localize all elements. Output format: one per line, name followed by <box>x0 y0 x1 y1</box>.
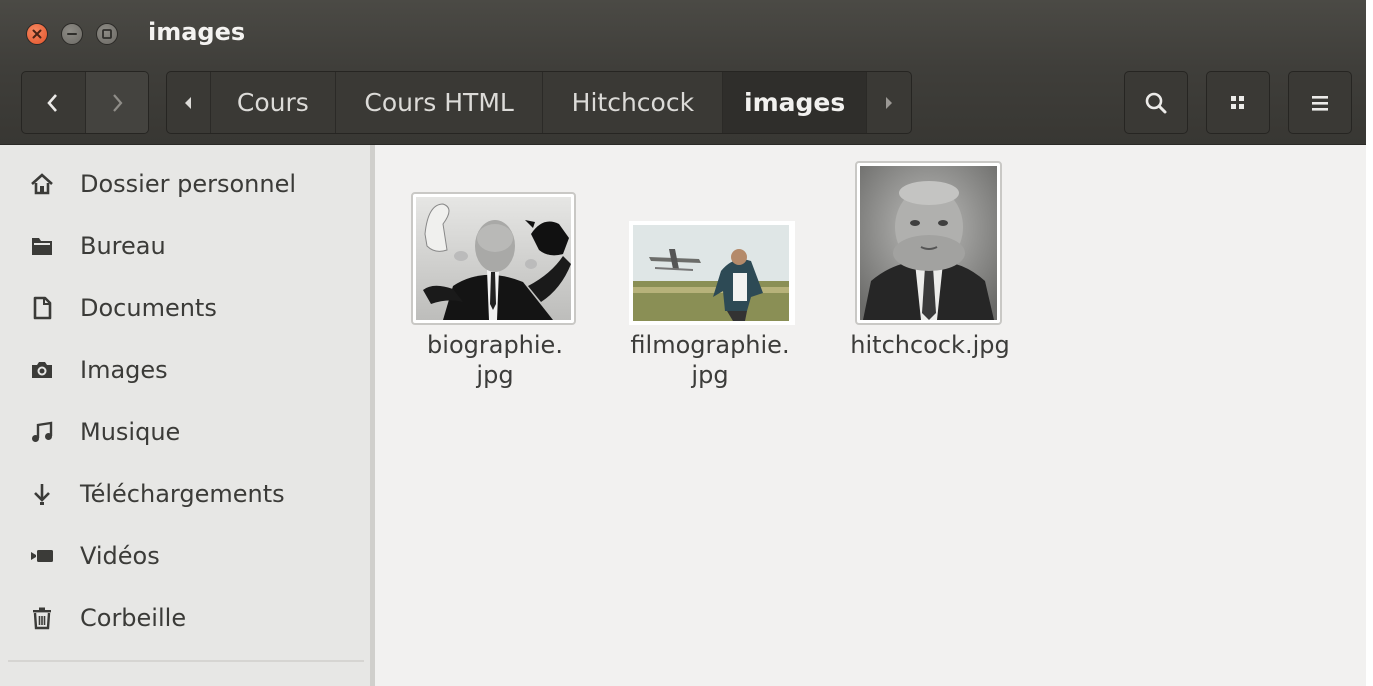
triangle-right-icon <box>886 96 893 109</box>
breadcrumb-scroll-left-button[interactable] <box>167 72 211 133</box>
chevron-right-icon <box>112 93 123 112</box>
title-bar: images <box>0 0 1366 68</box>
window-title: images <box>148 18 246 46</box>
sidebar-item-label: Bureau <box>80 232 166 260</box>
folder-icon <box>27 231 57 261</box>
sidebar-item-label: Images <box>80 356 168 384</box>
close-icon <box>32 29 42 39</box>
window-edge <box>1366 0 1373 686</box>
menu-button[interactable] <box>1288 71 1352 134</box>
sidebar-item-label: Téléchargements <box>80 480 285 508</box>
home-icon <box>27 169 57 199</box>
file-view: biographie. jpg filmographie. jpg hitchc… <box>375 145 1366 686</box>
breadcrumb-label: Hitchcock <box>571 88 695 117</box>
sidebar-item-musique[interactable]: Musique <box>0 406 370 458</box>
document-icon <box>27 293 57 323</box>
file-name-line: jpg <box>691 361 729 389</box>
forward-button[interactable] <box>84 72 148 133</box>
breadcrumb-label: Cours HTML <box>364 88 514 117</box>
chevron-left-icon <box>47 93 58 112</box>
breadcrumb-item-cours[interactable]: Cours <box>211 72 336 133</box>
file-name: hitchcock.jpg <box>835 330 1025 360</box>
search-button[interactable] <box>1124 71 1188 134</box>
sidebar-item-bureau[interactable]: Bureau <box>0 220 370 272</box>
hamburger-menu-icon <box>1312 95 1328 111</box>
file-thumbnail <box>855 161 1002 325</box>
file-name-line: filmographie. <box>630 331 790 359</box>
trash-icon <box>27 603 57 633</box>
file-name-line: biographie. <box>427 331 563 359</box>
grid-view-icon <box>1231 95 1244 109</box>
photo-man-running-from-plane-image <box>632 224 792 322</box>
breadcrumb-item-hitchcock[interactable]: Hitchcock <box>543 72 724 133</box>
minimize-icon <box>67 33 77 35</box>
breadcrumb-label: images <box>744 88 846 117</box>
sidebar-item-documents[interactable]: Documents <box>0 282 370 334</box>
search-icon <box>1145 92 1167 113</box>
triangle-left-icon <box>185 96 192 109</box>
sidebar-item-label: Musique <box>80 418 181 446</box>
close-button[interactable] <box>26 23 48 45</box>
sidebar-item-dossier-personnel[interactable]: Dossier personnel <box>0 158 370 210</box>
sidebar: Dossier personnel Bureau Documents Image… <box>0 145 375 686</box>
file-thumbnail <box>629 221 795 325</box>
photo-man-with-birds-image <box>416 197 571 320</box>
breadcrumb-label: Cours <box>236 88 309 117</box>
file-name: biographie. jpg <box>405 330 585 390</box>
camera-icon <box>27 355 57 385</box>
sidebar-item-telechargements[interactable]: Téléchargements <box>0 468 370 520</box>
file-name: filmographie. jpg <box>615 330 805 390</box>
photo-portrait-man-image <box>860 166 997 320</box>
file-name-line: hitchcock.jpg <box>850 331 1010 359</box>
file-item-hitchcock[interactable]: hitchcock.jpg <box>835 155 1025 385</box>
breadcrumb-scroll-right-button[interactable] <box>867 72 911 133</box>
sidebar-item-label: Documents <box>80 294 217 322</box>
sidebar-item-label: Corbeille <box>80 604 187 632</box>
navigation-buttons <box>21 71 149 134</box>
back-button[interactable] <box>22 72 85 133</box>
maximize-button[interactable] <box>96 23 118 45</box>
sidebar-item-label: Vidéos <box>80 542 160 570</box>
download-icon <box>27 479 57 509</box>
file-item-biographie[interactable]: biographie. jpg <box>405 185 585 405</box>
sidebar-item-images[interactable]: Images <box>0 344 370 396</box>
breadcrumb-item-cours-html[interactable]: Cours HTML <box>336 72 544 133</box>
video-icon <box>27 541 57 571</box>
file-item-filmographie[interactable]: filmographie. jpg <box>615 185 805 405</box>
sidebar-item-label: Dossier personnel <box>80 170 297 198</box>
breadcrumb: Cours Cours HTML Hitchcock images <box>166 71 912 134</box>
maximize-icon <box>102 29 112 39</box>
toolbar: Cours Cours HTML Hitchcock images <box>0 68 1366 145</box>
music-icon <box>27 417 57 447</box>
file-thumbnail <box>411 192 576 325</box>
minimize-button[interactable] <box>61 23 83 45</box>
breadcrumb-item-images[interactable]: images <box>723 72 868 133</box>
sidebar-item-corbeille[interactable]: Corbeille <box>0 592 370 644</box>
view-toggle-button[interactable] <box>1206 71 1270 134</box>
sidebar-item-videos[interactable]: Vidéos <box>0 530 370 582</box>
sidebar-divider <box>8 660 364 662</box>
file-name-line: jpg <box>476 361 514 389</box>
